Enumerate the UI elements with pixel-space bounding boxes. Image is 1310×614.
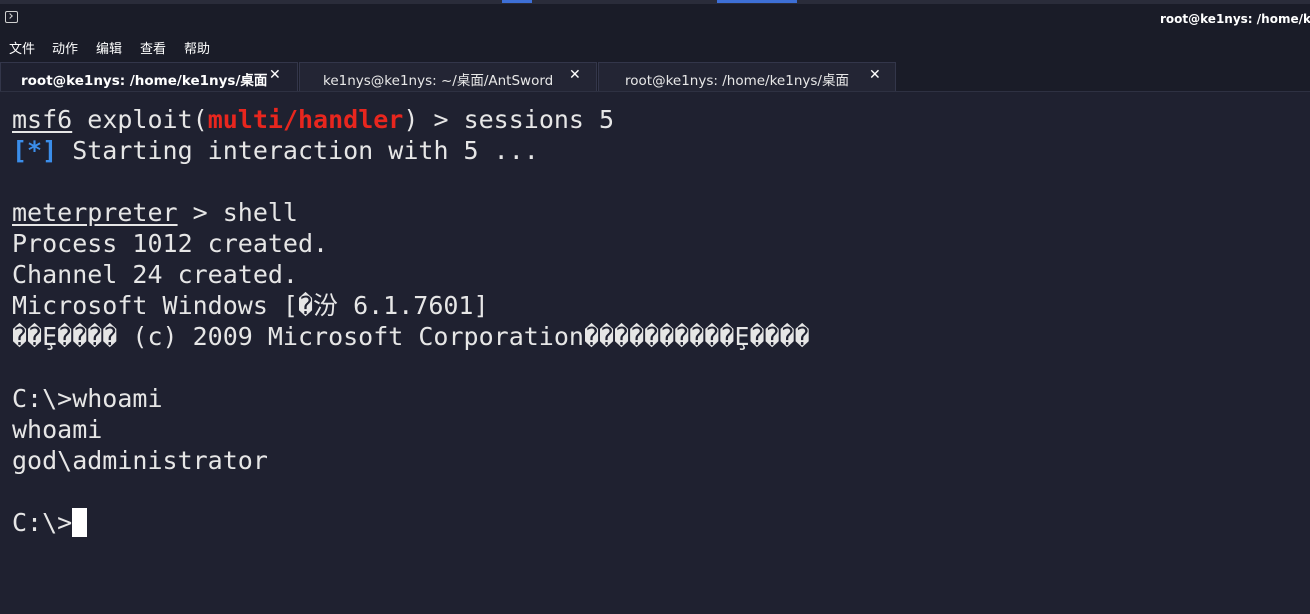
terminal-line: [*] Starting interaction with 5 ... [12, 135, 1302, 166]
terminal-window: root@ke1nys: /home/ke1nys 文件 动作 编辑 查看 帮助… [0, 0, 1310, 614]
menu-help[interactable]: 帮助 [184, 38, 210, 57]
status-text: Starting interaction with 5 ... [57, 136, 539, 165]
terminal-prompt-line: C:\> [12, 507, 1302, 538]
text-cursor [72, 508, 88, 537]
terminal-line: msf6 exploit(multi/handler) > sessions 5 [12, 104, 1302, 135]
module-name: multi/handler [207, 105, 404, 134]
terminal-line: Channel 24 created. [12, 260, 298, 289]
terminal-icon [5, 11, 18, 23]
menu-edit[interactable]: 编辑 [96, 38, 122, 57]
cmd-prompt: C:\> [12, 508, 73, 537]
close-icon[interactable]: ✕ [269, 67, 281, 83]
menu-bar: 文件 动作 编辑 查看 帮助 [0, 34, 1310, 60]
meterpreter-prompt: meterpreter [12, 198, 178, 227]
terminal-line: Process 1012 created. [12, 229, 329, 258]
terminal-line: meterpreter > shell [12, 197, 1302, 228]
menu-actions[interactable]: 动作 [52, 38, 78, 57]
status-marker: [*] [12, 136, 58, 165]
terminal-line: ��Ȩ���� (c) 2009 Microsoft Corporation��… [12, 322, 810, 351]
exploit-prefix: exploit( [72, 105, 208, 134]
tab-label: ke1nys@ke1nys: ~/桌面/AntSword [323, 73, 554, 89]
tab-label: root@ke1nys: /home/ke1nys/桌面 [625, 73, 849, 89]
command-text: ) > sessions 5 [403, 105, 615, 134]
tab-label: root@ke1nys: /home/ke1nys/桌面 [21, 73, 268, 89]
title-bar: root@ke1nys: /home/ke1nys [0, 4, 1310, 34]
terminal-line: god\administrator [12, 446, 268, 475]
terminal-output[interactable]: msf6 exploit(multi/handler) > sessions 5… [12, 104, 1302, 538]
tab-bar: root@ke1nys: /home/ke1nys/桌面 ✕ ke1nys@ke… [0, 60, 1310, 92]
tab-root-desktop-2[interactable]: root@ke1nys: /home/ke1nys/桌面 ✕ [598, 62, 896, 91]
msf-prompt: msf6 [12, 105, 73, 134]
tab-antsword[interactable]: ke1nys@ke1nys: ~/桌面/AntSword ✕ [299, 62, 597, 91]
taskbar-indicator [502, 0, 532, 3]
close-icon[interactable]: ✕ [569, 67, 581, 83]
terminal-line: whoami [12, 415, 103, 444]
command-text: > shell [177, 198, 298, 227]
window-title: root@ke1nys: /home/ke1nys [1160, 12, 1310, 26]
terminal-line: Microsoft Windows [�汾 6.1.7601] [12, 291, 489, 320]
menu-view[interactable]: 查看 [140, 38, 166, 57]
close-icon[interactable]: ✕ [869, 67, 881, 83]
tab-root-desktop[interactable]: root@ke1nys: /home/ke1nys/桌面 ✕ [0, 62, 298, 91]
terminal-line: C:\>whoami [12, 384, 163, 413]
menu-file[interactable]: 文件 [9, 38, 35, 57]
taskbar-indicator [717, 0, 797, 3]
